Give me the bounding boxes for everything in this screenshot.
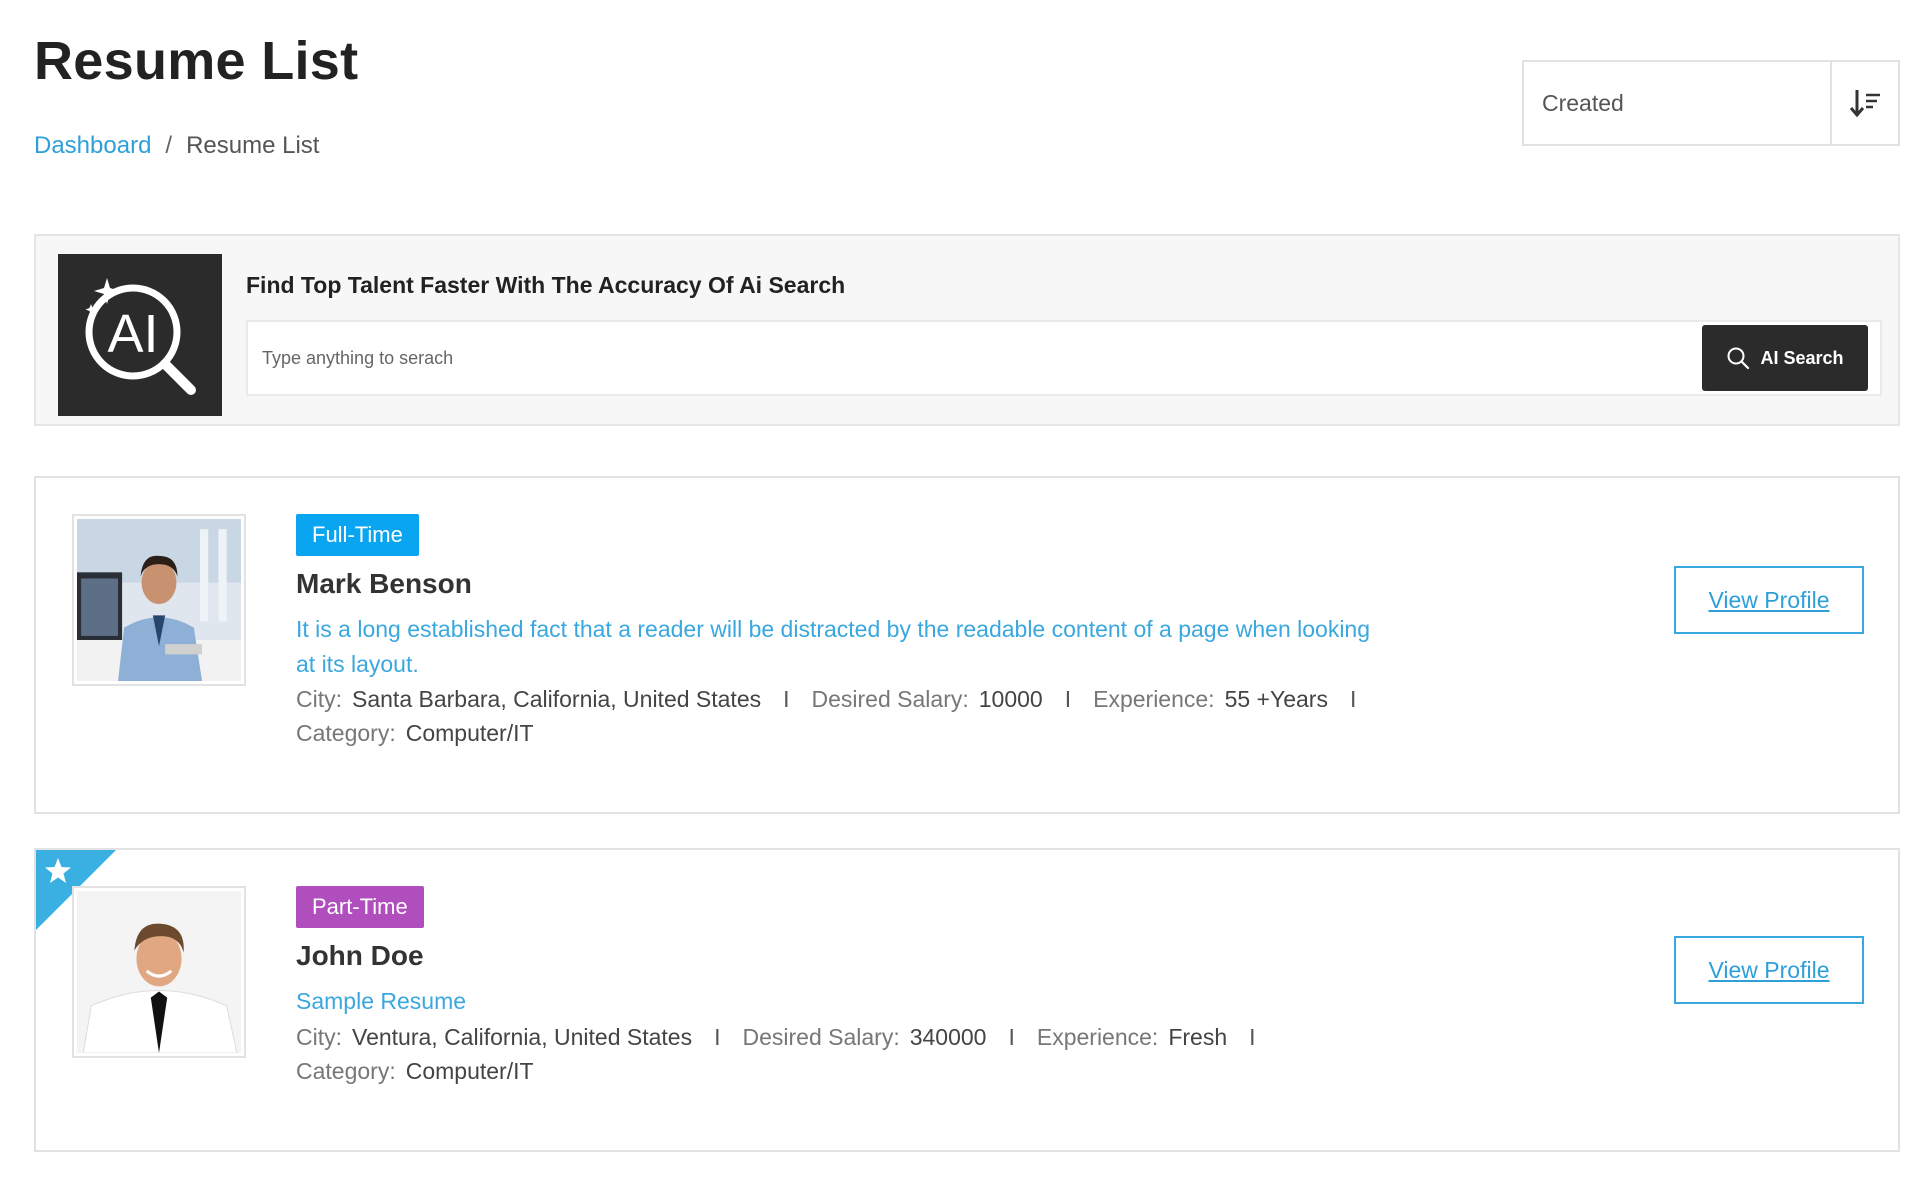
job-type-badge: Full-Time [296,514,419,556]
sort-descending-icon [1849,90,1880,118]
experience-label: Experience: [1036,1024,1159,1050]
ai-search-panel: AI Find Top Talent Faster With The Accur… [34,234,1900,426]
ai-logo: AI [58,254,222,416]
ai-search-input[interactable] [248,322,1702,394]
resume-card: Full-Time Mark Benson It is a long estab… [34,476,1900,814]
category-label: Category: [296,1058,396,1084]
sort-select[interactable]: Created [1524,62,1830,144]
candidate-description: Sample Resume [296,988,467,1014]
city-value: Santa Barbara, California, United States [352,686,762,712]
ai-magnifier-icon: AI [85,278,196,395]
category-value: Computer/IT [405,1058,534,1084]
experience-label: Experience: [1093,686,1215,712]
ai-search-button-label: AI Search [1760,347,1844,368]
city-value: Ventura, California, United States [352,1024,693,1050]
category-value: Computer/IT [405,720,534,746]
meta-separator: I [1349,686,1357,712]
candidate-photo-image [77,519,241,681]
ai-search-bar: AI Search [246,320,1882,396]
job-type-badge: Part-Time [296,886,424,928]
sort-order-toggle[interactable] [1830,62,1898,144]
candidate-name: John Doe [296,940,424,971]
breadcrumb-current: Resume List [186,132,320,159]
candidate-meta-row: City: Santa Barbara, California, United … [296,686,1378,713]
candidate-meta-row: City: Ventura, California, United States… [296,1024,1278,1051]
ai-logo-text: AI [107,304,158,364]
salary-value: 10000 [978,686,1043,712]
ai-search-heading: Find Top Talent Faster With The Accuracy… [246,272,846,298]
meta-separator: I [1008,1024,1015,1050]
page-title: Resume List [34,31,359,91]
breadcrumb: Dashboard / Resume List [34,132,319,160]
salary-label: Desired Salary: [742,1024,900,1050]
candidate-category-row: Category: Computer/IT [296,1058,534,1085]
candidate-photo-image [77,891,241,1053]
candidate-photo [72,514,246,686]
candidate-description: It is a long established fact that a rea… [296,616,1371,677]
candidate-photo [72,886,246,1058]
sort-control: Created [1522,60,1900,146]
experience-value: Fresh [1168,1024,1228,1050]
salary-label: Desired Salary: [811,686,969,712]
salary-value: 340000 [909,1024,987,1050]
breadcrumb-dashboard-link[interactable]: Dashboard [34,132,151,160]
candidate-category-row: Category: Computer/IT [296,720,534,747]
meta-separator: I [714,1024,721,1050]
candidate-name: Mark Benson [296,568,472,599]
meta-separator: I [783,686,790,712]
city-label: City: [296,1024,342,1050]
category-label: Category: [296,720,396,746]
experience-value: 55 +Years [1224,686,1328,712]
search-icon [1727,347,1750,370]
ai-search-button[interactable]: AI Search [1702,325,1868,391]
meta-separator: I [1064,686,1072,712]
view-profile-button[interactable]: View Profile [1674,566,1864,634]
view-profile-button[interactable]: View Profile [1674,936,1864,1004]
meta-separator: I [1249,1024,1256,1050]
city-label: City: [296,686,342,712]
resume-card-featured: Part-Time John Doe Sample Resume City: V… [34,848,1900,1152]
breadcrumb-separator: / [165,132,173,159]
